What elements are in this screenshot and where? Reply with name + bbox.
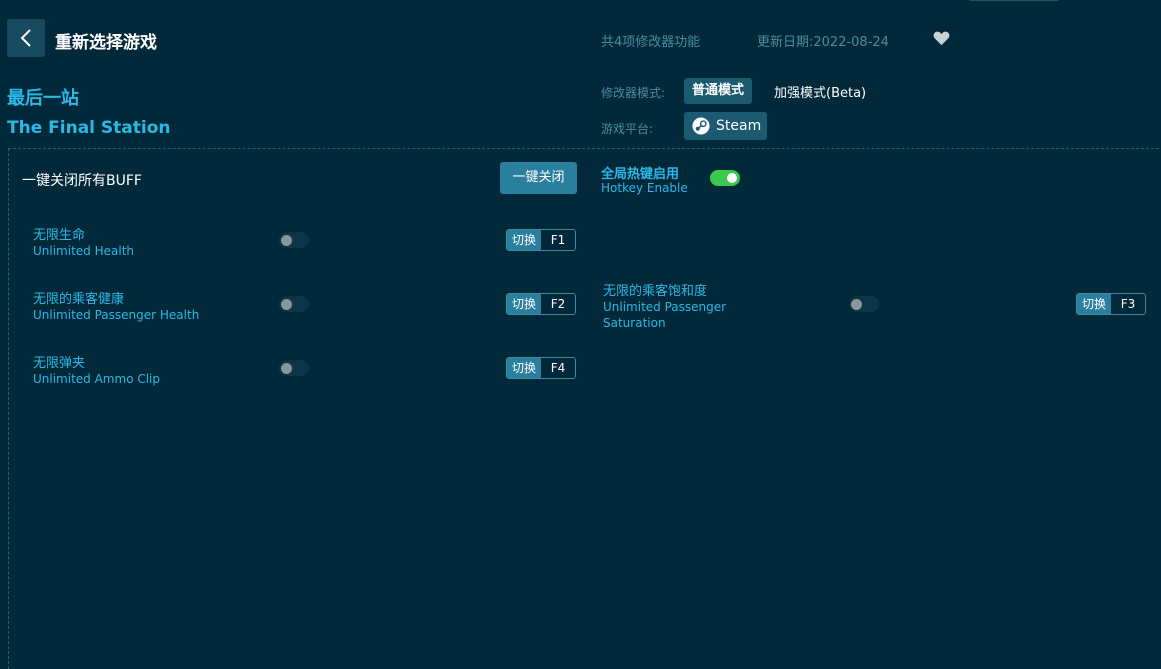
feature-name-en: Unlimited Ammo Clip	[33, 372, 161, 386]
game-title-cn: 最后一站	[7, 88, 79, 109]
feature-name-cn: 无限的乘客饱和度	[603, 284, 708, 299]
normal-mode-button[interactable]: 普通模式	[684, 78, 753, 104]
switch-label: 切换	[507, 294, 542, 314]
toggle-knob	[727, 173, 737, 183]
chevron-left-icon	[20, 29, 31, 47]
feature-name-en-line1: Unlimited Passenger	[603, 300, 727, 314]
key-label: F3	[1111, 294, 1146, 314]
switch-label: 切换	[507, 358, 542, 378]
update-date: 更新日期:2022-08-24	[757, 35, 889, 50]
hotkey-button[interactable]: 切换 F1	[506, 229, 577, 251]
steam-icon	[692, 117, 710, 135]
feature-count: 共4项修改器功能	[601, 35, 701, 50]
feature-name-cn: 无限的乘客健康	[33, 292, 125, 307]
feature-name-cn: 无限弹夹	[33, 356, 86, 371]
feature-toggle[interactable]	[849, 296, 879, 312]
key-label: F2	[541, 294, 576, 314]
platform-label: 游戏平台:	[601, 122, 654, 136]
platform-name: Steam	[716, 118, 762, 134]
steam-platform-button[interactable]: Steam	[684, 112, 767, 140]
toggle-knob	[281, 299, 292, 310]
toggle-knob	[851, 299, 862, 310]
top-tab[interactable]	[968, 0, 1060, 1]
feature-name-en-line2: Saturation	[603, 316, 666, 330]
hotkey-button[interactable]: 切换 F4	[506, 357, 577, 379]
hotkey-button[interactable]: 切换 F3	[1076, 293, 1147, 315]
toggle-knob	[281, 235, 292, 246]
mode-label: 修改器模式:	[601, 86, 666, 100]
switch-label: 切换	[1077, 294, 1112, 314]
game-title-en: The Final Station	[7, 118, 171, 138]
toggle-knob	[281, 363, 292, 374]
feature-toggle[interactable]	[279, 232, 309, 248]
hotkey-toggle[interactable]	[710, 170, 740, 186]
feature-name-en: Unlimited Passenger Health	[33, 308, 200, 322]
back-button[interactable]	[7, 19, 45, 57]
enhanced-mode-button[interactable]: 加强模式(Beta)	[774, 82, 866, 101]
heart-icon[interactable]	[933, 30, 950, 46]
close-all-button[interactable]: 一键关闭	[500, 162, 577, 194]
buff-title: 一键关闭所有BUFF	[22, 173, 142, 189]
switch-label: 切换	[507, 230, 542, 250]
features-panel	[8, 148, 1161, 669]
feature-toggle[interactable]	[279, 296, 309, 312]
hotkey-button[interactable]: 切换 F2	[506, 293, 577, 315]
reselect-game-label[interactable]: 重新选择游戏	[55, 28, 157, 53]
key-label: F4	[541, 358, 576, 378]
feature-toggle[interactable]	[279, 360, 309, 376]
key-label: F1	[541, 230, 576, 250]
feature-name-cn: 无限生命	[33, 228, 86, 243]
feature-name-en: Unlimited Health	[33, 244, 135, 258]
hotkey-label-cn: 全局热键启用	[601, 167, 680, 182]
hotkey-label-en: Hotkey Enable	[601, 181, 688, 195]
